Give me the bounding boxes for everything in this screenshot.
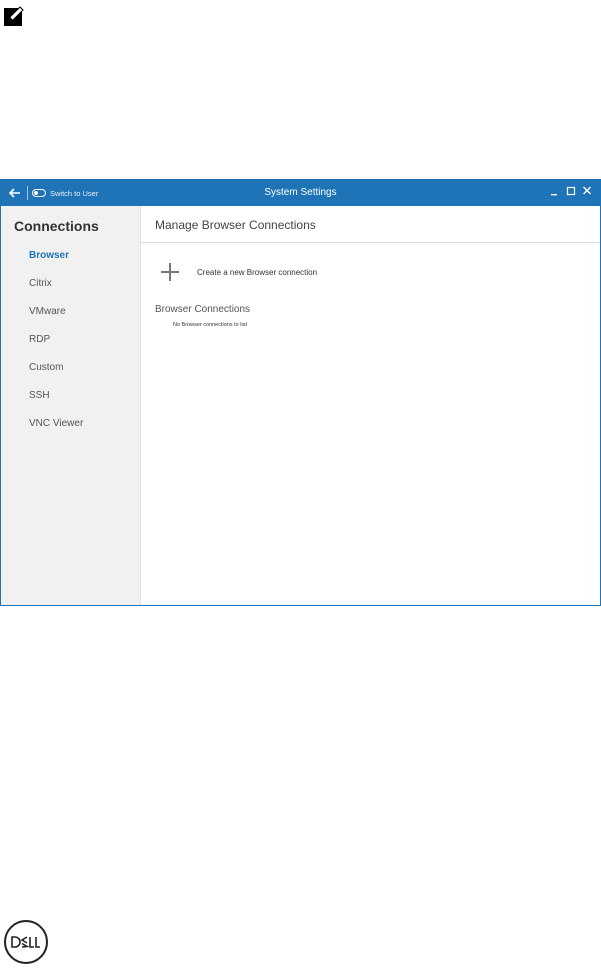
titlebar-separator [27,186,28,200]
sidebar-title: Connections [14,218,99,234]
create-browser-connection-button[interactable]: Create a new Browser connection [161,263,317,281]
sidebar-item-rdp[interactable]: RDP [29,334,50,345]
create-connection-label: Create a new Browser connection [197,267,318,277]
main-panel: Manage Browser Connections Create a new … [141,206,600,605]
sidebar-item-vmware[interactable]: VMware [29,306,66,317]
system-settings-window: Switch to User System Settings Connectio… [0,179,601,606]
window-controls [550,184,592,198]
toggle-icon [32,189,46,197]
plus-icon [161,263,179,281]
switch-to-user-label: Switch to User [50,188,99,198]
dell-logo [4,920,48,964]
back-arrow-icon[interactable] [7,185,23,201]
switch-to-user-button[interactable]: Switch to User [32,186,98,200]
sidebar-item-custom[interactable]: Custom [29,362,63,373]
maximize-icon[interactable] [566,184,576,198]
sidebar-item-browser[interactable]: Browser [29,250,69,261]
minimize-icon[interactable] [550,184,560,198]
sidebar-item-citrix[interactable]: Citrix [29,278,52,289]
page-title: Manage Browser Connections [155,218,316,232]
header-divider [141,242,600,243]
sidebar: Connections Browser Citrix VMware RDP Cu… [1,206,141,605]
sidebar-item-ssh[interactable]: SSH [29,390,50,401]
sidebar-item-vnc-viewer[interactable]: VNC Viewer [29,418,83,429]
title-bar: Switch to User System Settings [1,180,600,206]
empty-list-message: No Browser connections to list [173,322,247,328]
section-title: Browser Connections [155,304,251,315]
pencil-note-icon [4,6,24,26]
close-icon[interactable] [582,184,592,198]
